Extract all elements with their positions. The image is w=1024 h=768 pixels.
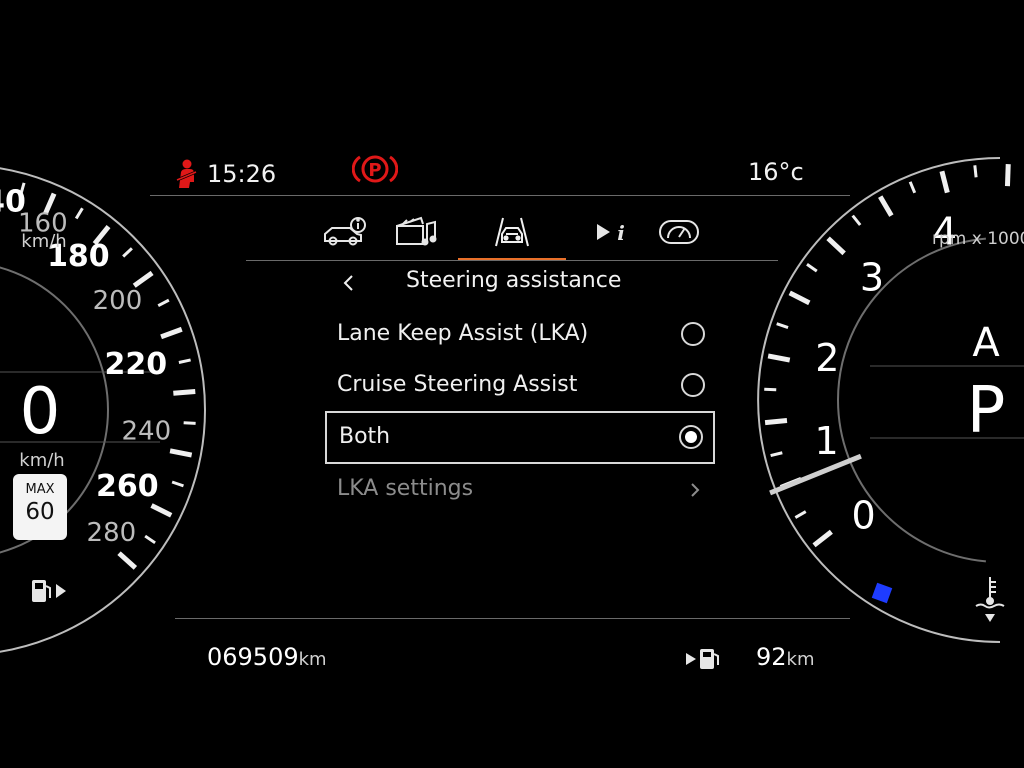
option-label: Lane Keep Assist (LKA) [337,321,589,346]
tachometer-tick [973,165,978,178]
top-divider [150,195,850,196]
tachometer-tick [794,510,807,519]
media-icon[interactable] [393,214,447,250]
odometer: 069509km [207,643,327,671]
tachometer-tick [776,322,789,329]
speedometer-tick [183,421,196,425]
tachometer-tick [788,290,811,306]
speedometer-tick [173,388,196,396]
speedometer-label: 260 [96,469,159,504]
speedometer-tick [122,247,133,258]
tachometer-label: 2 [815,336,839,380]
seatbelt-warning-icon [170,158,202,192]
chevron-right-icon [687,477,703,503]
tachometer-tick [767,353,791,363]
speed-limit-label: MAX [25,482,55,497]
menu-title: Steering assistance [406,268,622,293]
tachometer-tick [826,236,846,256]
vehicle-info-icon[interactable] [320,214,374,250]
option-both[interactable]: Both [325,411,715,464]
range-value: 92 [756,643,787,671]
driver-assist-icon[interactable] [485,214,539,250]
tachometer-tick [851,214,862,226]
gear-indicator: P [967,374,1006,448]
range: 92km [756,643,815,671]
tachometer-label: 1 [814,419,838,463]
option-label: Cruise Steering Assist [337,372,578,397]
speedometer-tick [178,358,191,364]
speedometer-label: 280 [87,518,137,548]
tabs-divider [246,260,778,261]
speedometer-label: 240 [122,416,172,446]
range-fuel-icon [684,645,726,673]
tachometer-tick [939,170,950,194]
clock: 15:26 [207,160,277,188]
tachometer-label: 3 [860,255,884,299]
tachometer-unit: rpm x 1000 [932,229,1024,249]
current-speed-unit: km/h [19,450,64,471]
option-label: Both [339,424,391,449]
parking-brake-icon: P [351,152,399,186]
radio-button[interactable] [681,322,705,346]
range-unit: km [786,649,815,670]
tachometer-tick [806,262,818,273]
speedometer-tick [132,270,154,288]
speedometer-tick [144,534,156,545]
drive-mode-indicator: A [972,320,1000,366]
speedometer-unit: km/h [21,231,66,252]
speed-limit-value: 60 [25,499,55,525]
radio-button-selected[interactable] [679,425,703,449]
option-lane-keep-assist[interactable]: Lane Keep Assist (LKA) [325,310,715,360]
tachometer-tick [878,195,894,217]
speedometer-label: 200 [93,286,143,316]
speedometer-tick [169,448,193,458]
speedometer-label: 220 [105,347,168,382]
odometer-unit: km [298,649,327,670]
speedometer-tick [171,480,184,488]
speedometer-tick [117,551,138,570]
submenu-lka-settings[interactable]: LKA settings [325,465,715,515]
tachometer-label: 0 [852,493,876,537]
svg-text:P: P [368,160,381,181]
tachometer-tick [764,387,777,392]
tachometer-tick [764,418,788,426]
tachometer-tick [812,529,833,548]
speedometer-tick [157,298,170,308]
speedometer-tick [160,326,183,340]
odometer-value: 069509 [207,643,299,671]
tachometer-tick [1004,164,1011,187]
tachometer-tick [908,181,917,194]
outside-temperature: 16°c [748,158,804,186]
gauge-icon[interactable] [652,214,706,250]
radio-button[interactable] [681,373,705,397]
back-button[interactable] [338,268,360,298]
speed-limit-sign: MAX 60 [13,474,67,540]
fuel-pump-icon [28,576,70,606]
speedometer-tick [150,503,173,518]
option-cruise-steering-assist[interactable]: Cruise Steering Assist [325,361,715,411]
tachometer-tick [770,451,783,458]
speedometer-tick [74,207,84,220]
coolant-temp-icon [972,574,1008,626]
current-speed: 0 [20,375,61,449]
bottom-divider [175,618,850,619]
submenu-label: LKA settings [337,476,474,501]
svg-text:i: i [617,221,625,245]
trip-info-icon[interactable]: i [588,214,642,250]
